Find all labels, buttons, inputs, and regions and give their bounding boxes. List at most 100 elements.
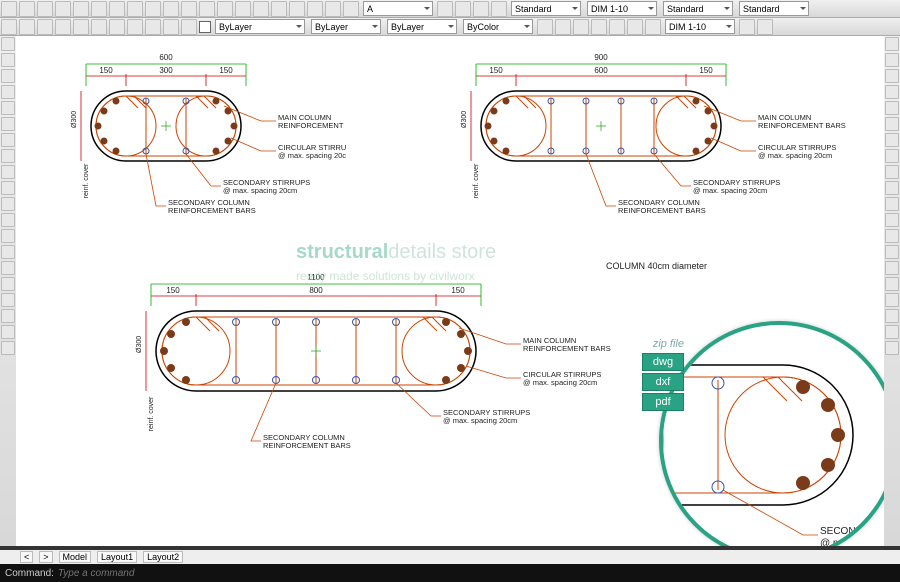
toolbar-button[interactable] <box>235 1 251 17</box>
toolbar-button[interactable] <box>55 1 71 17</box>
toolbar-button[interactable] <box>885 133 899 147</box>
toolbar-button[interactable] <box>1 69 15 83</box>
toolbar-button[interactable] <box>473 1 489 17</box>
toolbar-button[interactable] <box>885 85 899 99</box>
toolbar-button[interactable] <box>491 1 507 17</box>
toolbar-button[interactable] <box>1 133 15 147</box>
toolbar-button[interactable] <box>37 1 53 17</box>
toolbar-button[interactable] <box>1 261 15 275</box>
toolbar-button[interactable] <box>591 19 607 35</box>
toolbar-button[interactable] <box>1 37 15 51</box>
toolbar-button[interactable] <box>437 1 453 17</box>
toolbar-button[interactable] <box>885 37 899 51</box>
tablestyle-combo[interactable]: Standard <box>663 1 733 16</box>
command-input[interactable] <box>58 568 258 579</box>
toolbar-button[interactable] <box>55 19 71 35</box>
tabs-nav-next[interactable]: > <box>39 551 52 563</box>
mlstyle-combo[interactable]: Standard <box>739 1 809 16</box>
toolbar-button[interactable] <box>271 1 287 17</box>
textstyle-combo[interactable]: Standard <box>511 1 581 16</box>
toolbar-button[interactable] <box>1 277 15 291</box>
toolbar-button[interactable] <box>455 1 471 17</box>
toolbar-button[interactable] <box>73 1 89 17</box>
toolbar-button[interactable] <box>885 181 899 195</box>
toolbar-button[interactable] <box>145 19 161 35</box>
tabs-nav-prev[interactable]: < <box>20 551 33 563</box>
toolbar-button[interactable] <box>885 101 899 115</box>
toolbar-button[interactable] <box>885 229 899 243</box>
toolbar-button[interactable] <box>885 69 899 83</box>
toolbar-button[interactable] <box>885 293 899 307</box>
toolbar-button[interactable] <box>885 53 899 67</box>
toolbar-button[interactable] <box>1 149 15 163</box>
toolbar-button[interactable] <box>37 19 53 35</box>
toolbar-button[interactable] <box>885 341 899 355</box>
toolbar-button[interactable] <box>1 19 17 35</box>
toolbar-button[interactable] <box>885 325 899 339</box>
toolbar-button[interactable] <box>739 19 755 35</box>
toolbar-button[interactable] <box>555 19 571 35</box>
toolbar-button[interactable] <box>885 197 899 211</box>
toolbar-button[interactable] <box>19 19 35 35</box>
color-combo[interactable]: ByLayer <box>311 19 381 34</box>
toolbar-button[interactable] <box>217 1 233 17</box>
toolbar-button[interactable] <box>289 1 305 17</box>
toolbar-button[interactable] <box>109 19 125 35</box>
toolbar-button[interactable] <box>1 229 15 243</box>
toolbar-button[interactable] <box>645 19 661 35</box>
toolbar-button[interactable] <box>1 293 15 307</box>
lweight-combo[interactable]: ByColor <box>463 19 533 34</box>
toolbar-button[interactable] <box>127 19 143 35</box>
toolbar-button[interactable] <box>573 19 589 35</box>
font-combo[interactable]: A <box>363 1 433 16</box>
toolbar-button[interactable] <box>885 213 899 227</box>
toolbar-button[interactable] <box>91 19 107 35</box>
color-swatch[interactable] <box>199 21 211 33</box>
toolbar-button[interactable] <box>1 341 15 355</box>
toolbar-button[interactable] <box>343 1 359 17</box>
toolbar-button[interactable] <box>163 19 179 35</box>
toolbar-button[interactable] <box>1 181 15 195</box>
toolbar-button[interactable] <box>127 1 143 17</box>
tab-layout2[interactable]: Layout2 <box>143 551 183 563</box>
drawing-canvas[interactable]: 600 150 300 150 Ø300 reinf. cover <box>16 36 884 546</box>
toolbar-button[interactable] <box>1 197 15 211</box>
toolbar-button[interactable] <box>885 261 899 275</box>
toolbar-button[interactable] <box>885 117 899 131</box>
toolbar-button[interactable] <box>325 1 341 17</box>
toolbar-button[interactable] <box>1 101 15 115</box>
toolbar-button[interactable] <box>885 277 899 291</box>
toolbar-button[interactable] <box>1 117 15 131</box>
dimstyle-combo[interactable]: DIM 1-10 <box>587 1 657 16</box>
toolbar-button[interactable] <box>145 1 161 17</box>
toolbar-button[interactable] <box>1 85 15 99</box>
tab-layout1[interactable]: Layout1 <box>97 551 137 563</box>
toolbar-button[interactable] <box>537 19 553 35</box>
toolbar-button[interactable] <box>1 165 15 179</box>
toolbar-button[interactable] <box>199 1 215 17</box>
layer-combo[interactable]: ByLayer <box>215 19 305 34</box>
toolbar-button[interactable] <box>91 1 107 17</box>
toolbar-button[interactable] <box>1 53 15 67</box>
toolbar-button[interactable] <box>307 1 323 17</box>
toolbar-button[interactable] <box>181 1 197 17</box>
toolbar-button[interactable] <box>627 19 643 35</box>
toolbar-button[interactable] <box>19 1 35 17</box>
toolbar-button[interactable] <box>1 309 15 323</box>
toolbar-button[interactable] <box>1 245 15 259</box>
toolbar-button[interactable] <box>73 19 89 35</box>
ltype-combo[interactable]: ByLayer <box>387 19 457 34</box>
toolbar-button[interactable] <box>609 19 625 35</box>
toolbar-button[interactable] <box>109 1 125 17</box>
toolbar-button[interactable] <box>885 309 899 323</box>
toolbar-button[interactable] <box>1 1 17 17</box>
toolbar-button[interactable] <box>1 213 15 227</box>
toolbar-button[interactable] <box>885 149 899 163</box>
toolbar-button[interactable] <box>757 19 773 35</box>
toolbar-button[interactable] <box>885 245 899 259</box>
toolbar-button[interactable] <box>181 19 197 35</box>
tab-model[interactable]: Model <box>59 551 92 563</box>
toolbar-button[interactable] <box>885 165 899 179</box>
toolbar-button[interactable] <box>1 325 15 339</box>
dim-combo-2[interactable]: DIM 1-10 <box>665 19 735 34</box>
